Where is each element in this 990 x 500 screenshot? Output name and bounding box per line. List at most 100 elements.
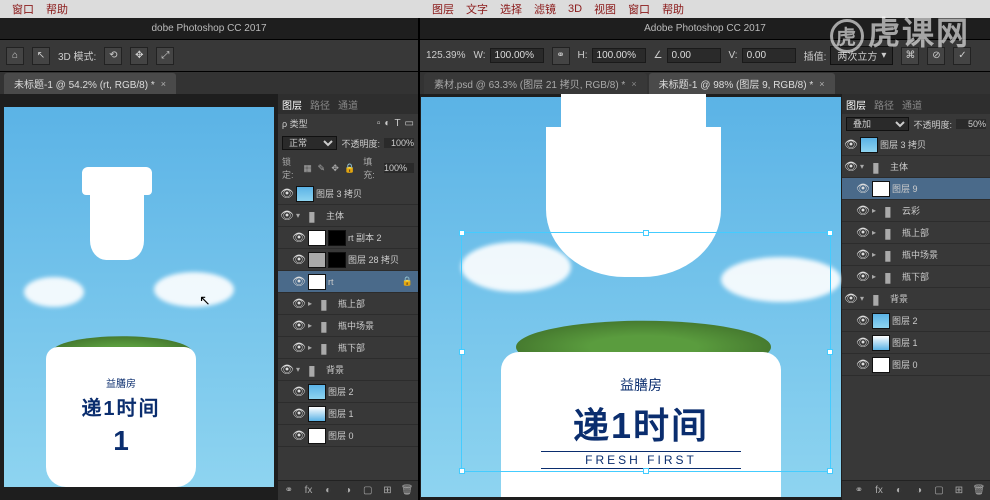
layer-name[interactable]: 主体 [326,209,416,222]
transform-bounding-box[interactable] [461,232,831,472]
layer-row[interactable]: 👁▾▮背景 [842,288,990,310]
layer-row[interactable]: 👁▾▮主体 [842,156,990,178]
layer-name[interactable]: rt [328,277,400,287]
menu-item[interactable]: 窗口 [12,1,34,17]
transform-handle[interactable] [459,230,465,236]
transform-handle[interactable] [827,230,833,236]
layer-thumbnail[interactable] [872,313,890,329]
layer-row[interactable]: 👁rt🔒 [278,271,418,293]
layer-row[interactable]: 👁图层 2 [842,310,990,332]
fill-input[interactable] [384,163,414,173]
new-layer-icon[interactable]: ⊞ [952,485,966,496]
tab-active[interactable]: 未标题-1 @ 98% (图层 9, RGB/8) * × [649,73,835,94]
transform-handle[interactable] [459,468,465,474]
tab-layers[interactable]: 图层 [846,97,866,112]
layer-name[interactable]: 图层 3 拷贝 [316,187,416,200]
close-icon[interactable]: × [819,79,824,89]
layer-thumbnail[interactable] [872,357,890,373]
layer-name[interactable]: 图层 1 [892,336,988,349]
tab-paths[interactable]: 通道 [338,97,358,112]
layer-row[interactable]: 👁▾▮主体 [278,205,418,227]
layer-thumbnail[interactable] [860,137,878,153]
disclosure-icon[interactable]: ▸ [872,228,882,237]
disclosure-icon[interactable]: ▸ [872,250,882,259]
layer-row[interactable]: 👁 图层 0 [842,354,990,376]
layer-name[interactable]: 瓶下部 [338,341,416,354]
blend-mode-select[interactable]: 正常 [282,136,337,150]
layer-name[interactable]: 背景 [326,363,416,376]
layer-row[interactable]: 👁▸▮瓶中场景 [842,244,990,266]
filter-icon[interactable]: ▫ [377,118,381,129]
layer-name[interactable]: 图层 2 [328,385,416,398]
mask-thumbnail[interactable] [328,252,346,268]
visibility-icon[interactable]: 👁 [292,275,306,288]
opacity-input[interactable] [956,119,986,129]
layer-name[interactable]: 云彩 [902,204,988,217]
visibility-icon[interactable]: 👁 [292,297,306,310]
disclosure-icon[interactable]: ▾ [860,294,870,303]
disclosure-icon[interactable]: ▸ [872,206,882,215]
height-input[interactable] [592,48,646,63]
visibility-icon[interactable]: 👁 [856,358,870,371]
layer-row[interactable]: 👁▸▮云彩 [842,200,990,222]
menu-item[interactable]: 文字 [466,1,488,17]
commit-icon[interactable]: ✓ [953,47,971,65]
layer-name[interactable]: 图层 3 拷贝 [880,138,988,151]
tool-icon[interactable]: ↖ [32,47,50,65]
lock-paint-icon[interactable]: ✎ [317,162,327,174]
folder-icon[interactable]: ▢ [361,485,375,496]
tab-layers[interactable]: 图层 [282,97,302,112]
menu-item[interactable]: 图层 [432,1,454,17]
zoom-value[interactable]: 125.39% [426,50,465,61]
layer-thumbnail[interactable] [872,335,890,351]
disclosure-icon[interactable]: ▸ [308,299,318,308]
angle-input[interactable] [667,48,721,63]
menu-item[interactable]: 滤镜 [534,1,556,17]
layer-row[interactable]: 👁图层 28 拷贝 [278,249,418,271]
layer-thumbnail[interactable] [308,384,326,400]
adjust-icon[interactable]: ◑ [912,485,926,496]
home-icon[interactable]: ⌂ [6,47,24,65]
layer-row[interactable]: 👁▸▮瓶中场景 [278,315,418,337]
visibility-icon[interactable]: 👁 [856,204,870,217]
visibility-icon[interactable]: 👁 [856,248,870,261]
disclosure-icon[interactable]: ▸ [308,343,318,352]
visibility-icon[interactable]: 👁 [292,231,306,244]
transform-handle[interactable] [643,230,649,236]
tab-channels[interactable]: 路径 [310,97,330,112]
layer-row[interactable]: 👁▸▮瓶上部 [842,222,990,244]
menu-item[interactable]: 帮助 [46,1,68,17]
filter-icon[interactable]: ◐ [384,118,390,129]
layer-thumbnail[interactable] [872,181,890,197]
layer-name[interactable]: 图层 0 [328,429,416,442]
close-icon[interactable]: × [631,79,636,89]
menu-item[interactable]: 视图 [594,1,616,17]
transform-handle[interactable] [459,349,465,355]
filter-icon[interactable]: ▭ [405,118,414,129]
layers-list[interactable]: 👁图层 3 拷贝👁▾▮主体👁图层 9👁▸▮云彩👁▸▮瓶上部👁▸▮瓶中场景👁▸▮瓶… [842,134,990,480]
visibility-icon[interactable]: 👁 [292,407,306,420]
disclosure-icon[interactable]: ▸ [872,272,882,281]
visibility-icon[interactable]: 👁 [856,336,870,349]
fx-icon[interactable]: fx [872,485,886,496]
layer-name[interactable]: 瓶下部 [902,270,988,283]
fx-icon[interactable]: fx [302,485,316,496]
cancel-icon[interactable]: ⊘ [927,47,945,65]
layer-thumbnail[interactable] [308,406,326,422]
canvas-area[interactable]: 益膳房 递1时间 1 ↖ [0,94,278,500]
layer-name[interactable]: 背景 [890,292,988,305]
layer-name[interactable]: 图层 0 [892,358,988,371]
visibility-icon[interactable]: 👁 [844,138,858,151]
menu-item[interactable]: 选择 [500,1,522,17]
tab-inactive[interactable]: 素材.psd @ 63.3% (图层 21 拷贝, RGB/8) * × [424,73,647,94]
disclosure-icon[interactable]: ▾ [296,365,306,374]
filter-icon[interactable]: T [394,118,400,129]
visibility-icon[interactable]: 👁 [292,253,306,266]
layer-name[interactable]: 瓶中场景 [902,248,988,261]
layer-thumbnail[interactable] [308,230,326,246]
layer-thumbnail[interactable] [308,428,326,444]
layers-list[interactable]: 👁图层 3 拷贝👁▾▮主体👁rt 副本 2👁图层 28 拷贝👁rt🔒👁▸▮瓶上部… [278,183,418,480]
orbit-icon[interactable]: ⟲ [104,47,122,65]
transform-handle[interactable] [643,468,649,474]
canvas-area[interactable]: 益膳房 递1时间 FRESH FIRST [420,94,842,500]
